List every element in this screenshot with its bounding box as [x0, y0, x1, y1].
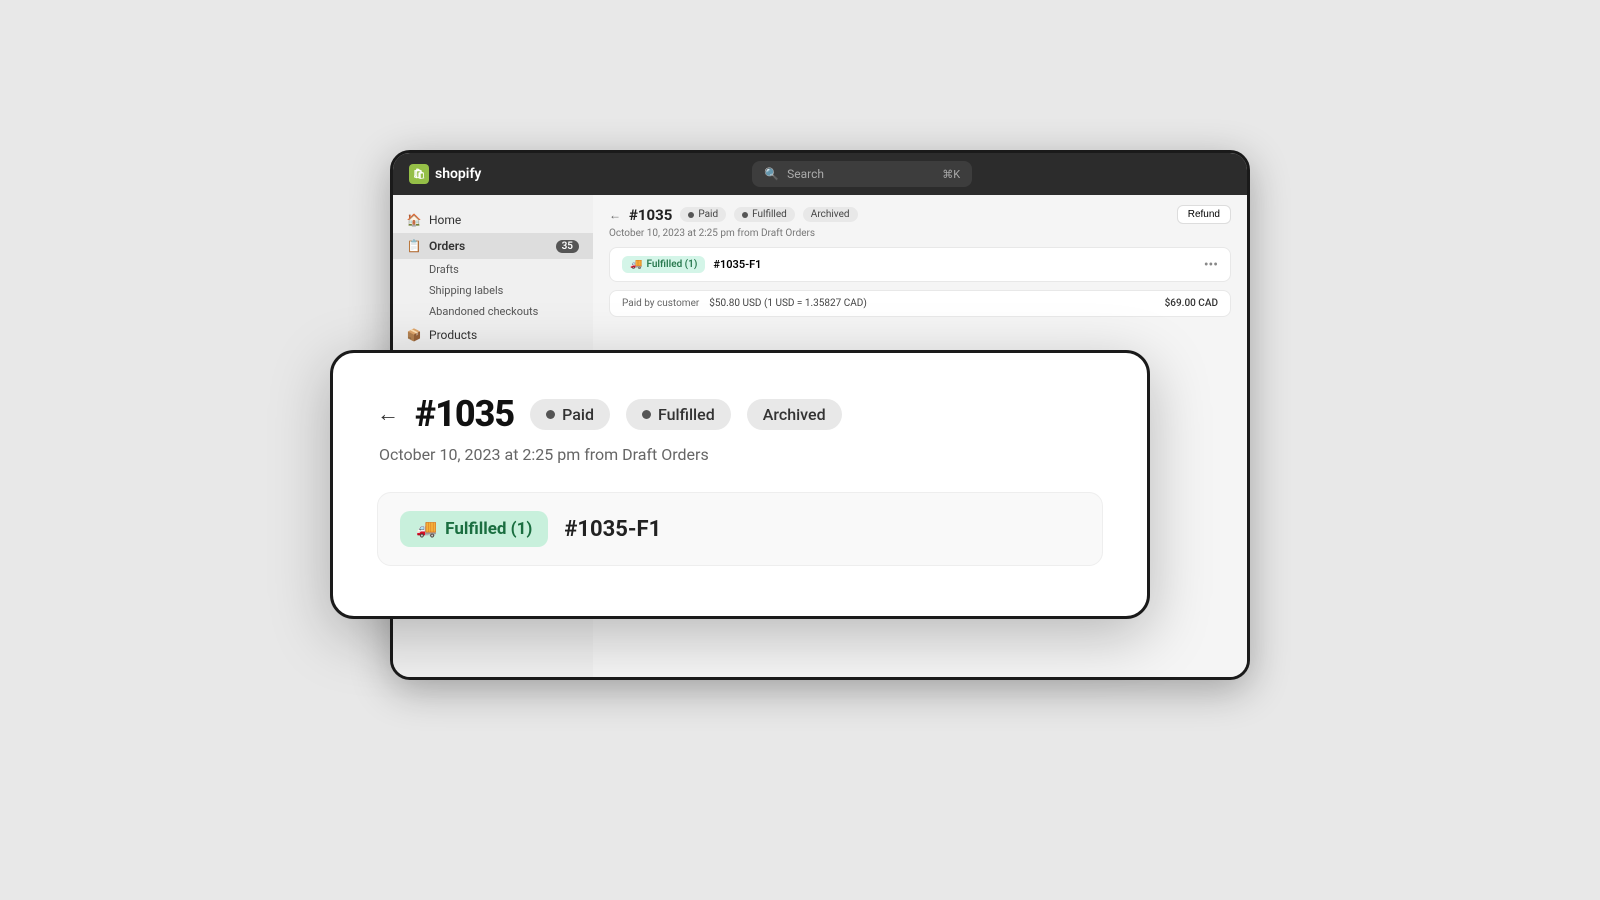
sidebar-item-abandoned-checkouts[interactable]: Abandoned checkouts	[393, 301, 593, 322]
archived-status-label: Archived	[763, 405, 826, 424]
order-number-small: #1035	[629, 206, 672, 224]
shopify-logo: 🛍 shopify	[409, 164, 481, 184]
orders-icon: 📋	[407, 239, 421, 253]
fulfilled-status-label: Fulfilled	[658, 405, 715, 424]
fulfillment-id-small: #1035-F1	[713, 258, 761, 271]
popup-card: ← #1035 Paid Fulfilled Archived October …	[330, 350, 1150, 619]
sidebar-item-home[interactable]: 🏠 Home	[393, 207, 593, 233]
payment-row-small: Paid by customer $50.80 USD (1 USD = 1.3…	[609, 290, 1231, 317]
sidebar-item-orders-label: Orders	[429, 239, 465, 253]
archived-status-badge: Archived	[747, 399, 842, 430]
sidebar-item-orders[interactable]: 📋 Orders 35	[393, 233, 593, 259]
paid-status-badge: Paid	[530, 399, 610, 430]
fulfilled-tag: 🚚 Fulfilled (1)	[400, 511, 548, 547]
payment-label-small: Paid by customer	[622, 298, 699, 309]
paid-badge-small: Paid	[680, 207, 726, 222]
payment-amount-cad: $69.00 CAD	[1165, 298, 1218, 309]
more-dots-small[interactable]: •••	[1204, 257, 1218, 273]
fulfilled-badge-small: Fulfilled	[734, 207, 795, 222]
shopify-logo-text: shopify	[435, 166, 481, 182]
fulfillment-card: 🚚 Fulfilled (1) #1035-F1	[377, 492, 1103, 566]
sidebar-item-home-label: Home	[429, 213, 461, 227]
back-arrow-small[interactable]: ←	[609, 208, 621, 222]
truck-icon-small: 🚚	[630, 259, 642, 270]
orders-badge: 35	[556, 240, 579, 253]
fulfilled-tag-label-small: Fulfilled (1)	[646, 259, 697, 270]
search-bar[interactable]: 🔍 Search ⌘K	[752, 161, 972, 187]
paid-status-dot	[546, 410, 555, 419]
fulfilled-label-small: Fulfilled	[752, 209, 787, 220]
fulfilled-tag-label: Fulfilled (1)	[445, 519, 532, 539]
sidebar-item-products-label: Products	[429, 328, 477, 342]
browser-titlebar: 🛍 shopify 🔍 Search ⌘K	[393, 153, 1247, 195]
payment-amount-usd: $50.80 USD (1 USD = 1.35827 CAD)	[709, 298, 867, 309]
fulfillment-id: #1035-F1	[564, 517, 661, 542]
fulfillment-card-small: 🚚 Fulfilled (1) #1035-F1 •••	[609, 247, 1231, 282]
search-shortcut: ⌘K	[942, 168, 960, 181]
fulfilled-status-dot	[642, 410, 651, 419]
sidebar-item-products[interactable]: 📦 Products	[393, 322, 593, 348]
paid-label-small: Paid	[698, 209, 718, 220]
archived-label-small: Archived	[811, 209, 850, 220]
fulfilled-tag-small: 🚚 Fulfilled (1)	[622, 256, 705, 273]
refund-button-small[interactable]: Refund	[1177, 205, 1231, 224]
date-line: October 10, 2023 at 2:25 pm from Draft O…	[379, 445, 1103, 464]
order-header-small: ← #1035 Paid Fulfilled Archived Refund	[593, 195, 1247, 228]
shopify-bag-icon: 🛍	[409, 164, 429, 184]
fulfilled-status-badge: Fulfilled	[626, 399, 731, 430]
order-header: ← #1035 Paid Fulfilled Archived	[377, 393, 1103, 435]
products-icon: 📦	[407, 328, 421, 342]
order-number-large: #1035	[415, 393, 514, 435]
home-icon: 🏠	[407, 213, 421, 227]
sidebar-item-drafts[interactable]: Drafts	[393, 259, 593, 280]
paid-status-label: Paid	[562, 405, 594, 424]
back-arrow-large[interactable]: ←	[377, 401, 399, 427]
search-icon: 🔍	[764, 167, 779, 181]
date-line-small: October 10, 2023 at 2:25 pm from Draft O…	[593, 228, 1247, 247]
paid-dot-small	[688, 212, 694, 218]
truck-icon: 🚚	[416, 519, 437, 539]
archived-badge-small: Archived	[803, 207, 858, 222]
search-placeholder: Search	[787, 167, 824, 181]
sidebar-item-shipping-labels[interactable]: Shipping labels	[393, 280, 593, 301]
fulfilled-dot-small	[742, 212, 748, 218]
